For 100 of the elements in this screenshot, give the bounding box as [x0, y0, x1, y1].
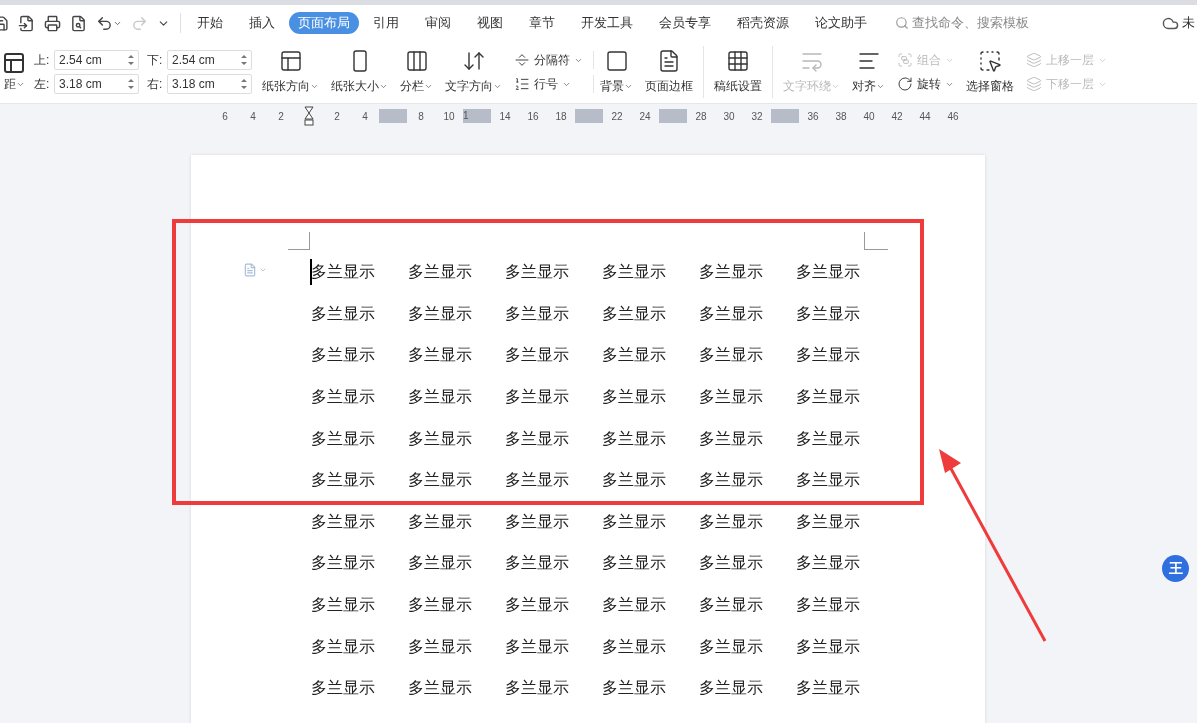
ruler-number: 6: [221, 109, 229, 124]
ribbon-button[interactable]: 选择窗格: [960, 49, 1020, 95]
ribbon-button[interactable]: 纸张方向: [256, 49, 325, 95]
document-text: 多兰显示: [408, 303, 473, 324]
document-text: 多兰显示: [699, 470, 764, 491]
document-text: 多兰显示: [311, 636, 376, 657]
ribbon-tab[interactable]: 开始: [185, 12, 235, 34]
ribbon-button[interactable]: 分栏: [394, 49, 439, 95]
ruler-number: 28: [694, 109, 708, 124]
ribbon-button[interactable]: 文字方向: [439, 49, 508, 95]
document-text: 多兰显示: [699, 428, 764, 449]
export-icon[interactable]: [18, 14, 35, 32]
margin-button[interactable]: 距: [3, 75, 16, 93]
document-text: 多兰显示: [311, 678, 376, 699]
ribbon-tab[interactable]: 章节: [517, 12, 567, 34]
ribbon-button[interactable]: 对齐: [846, 49, 891, 95]
document-text: 多兰显示: [699, 345, 764, 366]
ruler-number: 14: [498, 109, 512, 124]
document-text: 多兰显示: [505, 553, 570, 574]
margin-corner-mark: [288, 232, 310, 250]
document-text: 多兰显示: [408, 511, 473, 532]
margin-label: 右:: [147, 76, 164, 93]
print-icon[interactable]: [44, 14, 61, 32]
ribbon-tab[interactable]: 引用: [361, 12, 411, 34]
preview-icon[interactable]: [70, 14, 87, 32]
document-text: 多兰显示: [505, 345, 570, 366]
document-text: 多兰显示: [408, 636, 473, 657]
document-text: 多兰显示: [796, 594, 861, 615]
ruler-margin-block: [771, 109, 799, 123]
document-text: 多兰显示: [311, 470, 376, 491]
ribbon-small-button[interactable]: 分隔符: [514, 51, 594, 69]
account-label[interactable]: 未: [1182, 13, 1195, 33]
ribbon-tab[interactable]: 审阅: [413, 12, 463, 34]
ribbon-icon: [657, 49, 681, 73]
document-text: 多兰显示: [796, 678, 861, 699]
document-text: 多兰显示: [505, 636, 570, 657]
ruler-number: 2: [277, 109, 285, 124]
document-text: 多兰显示: [602, 303, 667, 324]
document-text: 多兰显示: [505, 303, 570, 324]
margin-field[interactable]: 3.18 cm: [54, 74, 139, 94]
ribbon-tab[interactable]: 视图: [465, 12, 515, 34]
ruler-margin-block: [575, 109, 603, 123]
spinner-icon[interactable]: [241, 78, 247, 90]
document-text: 多兰显示: [602, 511, 667, 532]
document-text: 多兰显示: [602, 262, 667, 283]
document-text: 多兰显示: [408, 345, 473, 366]
document-text: 多兰显示: [505, 678, 570, 699]
document-text: 多兰显示: [699, 303, 764, 324]
margin-label: 左:: [34, 76, 51, 93]
side-badge[interactable]: 王: [1162, 555, 1189, 582]
document-text: 多兰显示: [505, 386, 570, 407]
margin-icon[interactable]: [2, 51, 26, 75]
ribbon-icon: [1026, 52, 1042, 68]
document-text: 多兰显示: [602, 428, 667, 449]
spinner-icon[interactable]: [241, 54, 247, 66]
ruler-number: 44: [918, 109, 932, 124]
document-text: 多兰显示: [311, 345, 376, 366]
document-text: 多兰显示: [796, 511, 861, 532]
search-field[interactable]: 查找命令、搜索模板: [891, 12, 1036, 34]
spinner-icon[interactable]: [128, 78, 134, 90]
ruler-number: 4: [249, 109, 257, 124]
undo-icon[interactable]: [96, 14, 113, 32]
document-text: 多兰显示: [796, 262, 861, 283]
ribbon-tab[interactable]: 插入: [237, 12, 287, 34]
margin-label: 下:: [147, 52, 164, 69]
ribbon-button[interactable]: 背景: [594, 49, 639, 95]
document-text: 多兰显示: [311, 594, 376, 615]
document-text: 多兰显示: [699, 636, 764, 657]
ribbon-tab[interactable]: 论文助手: [803, 12, 879, 34]
ruler-number: 4: [361, 109, 369, 124]
ribbon-button[interactable]: 纸张大小: [325, 49, 394, 95]
indent-marker-icon[interactable]: [304, 106, 314, 126]
ribbon-tab[interactable]: 开发工具: [569, 12, 645, 34]
ribbon-button[interactable]: 稿纸设置: [708, 46, 773, 98]
ruler-number: 30: [722, 109, 736, 124]
document-text: 多兰显示: [602, 636, 667, 657]
ribbon-tab[interactable]: 稻壳资源: [725, 12, 801, 34]
document-text: 多兰显示: [505, 262, 570, 283]
margin-label: 上:: [34, 52, 51, 69]
document-text: 多兰显示: [602, 470, 667, 491]
document-text: 多兰显示: [311, 262, 376, 283]
ruler-number: 22: [610, 109, 624, 124]
ruler-number: 8: [417, 109, 425, 124]
margin-field[interactable]: 2.54 cm: [167, 50, 252, 70]
ribbon-button[interactable]: 页面边框: [639, 46, 704, 98]
margin-field[interactable]: 2.54 cm: [54, 50, 139, 70]
ruler-margin-block: 1: [463, 109, 491, 123]
ruler-number: 32: [750, 109, 764, 124]
document-text: 多兰显示: [408, 386, 473, 407]
ribbon-tab[interactable]: 会员专享: [647, 12, 723, 34]
document-text: 多兰显示: [796, 470, 861, 491]
document-text: 多兰显示: [796, 553, 861, 574]
spinner-icon[interactable]: [128, 54, 134, 66]
search-input[interactable]: 查找命令、搜索模板: [912, 13, 1032, 33]
ruler-number: 18: [554, 109, 568, 124]
margin-field[interactable]: 3.18 cm: [167, 74, 252, 94]
document-text: 多兰显示: [699, 594, 764, 615]
ruler-number: 42: [890, 109, 904, 124]
ribbon-small-button[interactable]: 旋转: [897, 75, 954, 93]
ribbon-small-button[interactable]: 行号: [514, 75, 594, 93]
